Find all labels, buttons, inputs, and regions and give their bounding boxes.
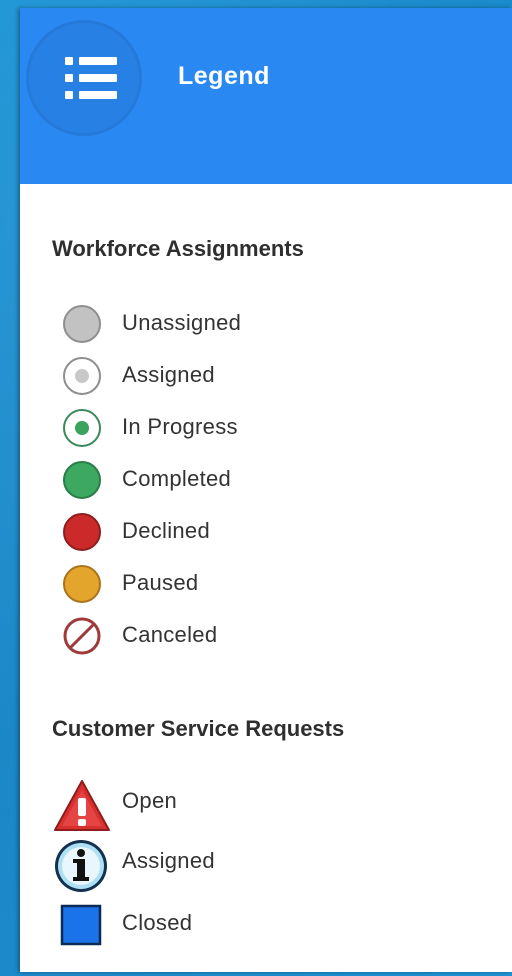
legend-label: Open xyxy=(122,788,178,813)
legend-item-paused: Paused xyxy=(52,560,482,608)
legend-label: Declined xyxy=(122,518,211,543)
legend-item-declined: Declined xyxy=(52,508,482,556)
menu-button[interactable] xyxy=(26,20,142,136)
legend-label: Closed xyxy=(122,910,193,935)
hamburger-list-icon xyxy=(65,57,119,101)
circle-red-icon xyxy=(63,513,101,551)
legend-item-assigned: Assigned xyxy=(52,352,482,400)
circle-white-gray-dot-icon xyxy=(63,357,101,395)
legend-panel: Legend Workforce Assignments Unassigned … xyxy=(20,8,512,972)
warning-triangle-icon xyxy=(54,780,110,831)
legend-label: Assigned xyxy=(122,848,215,873)
circle-white-green-dot-icon xyxy=(63,409,101,447)
legend-label: In Progress xyxy=(122,414,238,439)
workforce-heading: Workforce Assignments xyxy=(52,236,304,261)
legend-label: Canceled xyxy=(122,622,218,647)
requests-heading: Customer Service Requests xyxy=(52,716,345,741)
legend-label: Assigned xyxy=(122,362,215,387)
legend-title: Legend xyxy=(178,62,270,90)
legend-item-open: Open xyxy=(52,778,482,834)
circle-green-icon xyxy=(63,461,101,499)
legend-header: Legend xyxy=(20,8,512,184)
legend-item-closed: Closed xyxy=(52,900,482,948)
legend-item-completed: Completed xyxy=(52,456,482,504)
legend-item-request-assigned: Assigned xyxy=(52,838,482,894)
legend-label: Paused xyxy=(122,570,199,595)
legend-item-in-progress: In Progress xyxy=(52,404,482,452)
legend-item-canceled: Canceled xyxy=(52,612,482,660)
info-circle-icon xyxy=(55,840,107,892)
legend-label: Completed xyxy=(122,466,232,491)
legend-label: Unassigned xyxy=(122,310,242,335)
circle-yellow-icon xyxy=(63,565,101,603)
legend-item-unassigned: Unassigned xyxy=(52,300,482,348)
circle-gray-icon xyxy=(63,305,101,343)
blue-square-icon xyxy=(60,904,102,946)
canceled-slash-icon xyxy=(63,617,101,655)
